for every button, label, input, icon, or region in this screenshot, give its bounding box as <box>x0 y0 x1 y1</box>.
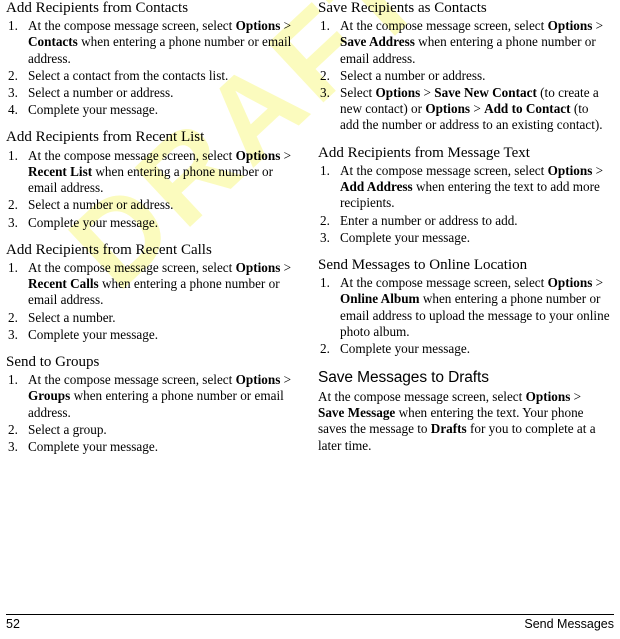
step-number: 2. <box>320 67 330 83</box>
step-item: 1. At the compose message screen, select … <box>6 260 298 309</box>
step-item: 1. At the compose message screen, select … <box>318 163 610 212</box>
step-list: 1. At the compose message screen, select … <box>6 260 298 343</box>
step-text: Select a group. <box>28 421 107 437</box>
step-item: 2. Enter a number or address to add. <box>318 213 610 229</box>
column-left: Add Recipients from Contacts 1. At the com… <box>6 0 298 456</box>
step-number: 1. <box>8 372 18 388</box>
step-text: Complete your message. <box>340 341 471 356</box>
step-number: 2. <box>8 309 18 325</box>
section-heading: Save Messages to Drafts <box>318 369 489 387</box>
page-columns: Add Recipients from Contacts 1. At the com… <box>0 0 620 600</box>
step-text: At the compose message screen, select Op… <box>28 18 292 66</box>
section: Send Messages to Online Location 1. At the… <box>318 257 610 357</box>
step-number: 1. <box>320 162 330 178</box>
step-item: 1. At the compose message screen, select … <box>6 18 298 67</box>
step-text: Select a contact from the contacts list. <box>28 67 229 83</box>
step-item: 1. At the compose message screen, select … <box>6 148 298 197</box>
page-footer: 52 Send Messages <box>6 614 614 631</box>
step-text: Select a number. <box>28 309 116 325</box>
step-number: 3. <box>320 85 330 101</box>
step-item: 3. Complete your message. <box>6 215 298 231</box>
section: Save Recipients as Contacts 1. At the comp… <box>318 0 610 134</box>
step-text: Complete your message. <box>28 439 159 455</box>
step-number: 2. <box>8 421 18 437</box>
step-text: Select a number or address. <box>340 67 486 83</box>
step-text: At the compose message screen, select Op… <box>28 259 292 308</box>
step-text: Select Options > Save New Contact (to cr… <box>340 85 603 133</box>
step-number: 3. <box>8 439 18 455</box>
section: Add Recipients from Contacts 1. At the com… <box>6 0 298 118</box>
step-item: 4. Complete your message. <box>6 102 298 118</box>
section: Add Recipients from Message Text 1. At the… <box>318 145 610 246</box>
step-number: 1. <box>320 18 330 34</box>
step-list: 1. At the compose message screen, select … <box>318 18 610 133</box>
step-list: 1. At the compose message screen, select … <box>318 163 610 246</box>
step-number: 3. <box>8 214 18 230</box>
step-number: 3. <box>8 326 18 342</box>
step-item: 3. Complete your message. <box>6 439 298 455</box>
section-heading: Add Recipients from Recent Calls <box>6 241 212 258</box>
footer-section-name: Send Messages <box>524 617 614 631</box>
step-number: 4. <box>8 102 18 118</box>
section: Add Recipients from Recent List 1. At the … <box>6 129 298 230</box>
step-text: At the compose message screen, select Op… <box>340 275 610 339</box>
section: Save Messages to Drafts At the compose me… <box>318 369 610 454</box>
step-number: 3. <box>8 85 18 101</box>
step-item: 1. At the compose message screen, select … <box>6 372 298 421</box>
step-text: Complete your message. <box>28 214 159 230</box>
manual-page: Add Recipients from Contacts 1. At the com… <box>0 0 620 639</box>
step-text: At the compose message screen, select Op… <box>28 147 292 196</box>
step-number: 2. <box>320 212 330 228</box>
section-heading: Add Recipients from Message Text <box>318 144 530 161</box>
section-heading: Add Recipients from Contacts <box>6 0 189 16</box>
step-number: 2. <box>320 341 330 356</box>
step-text: Select a number or address. <box>28 85 174 101</box>
step-item: 2. Select a contact from the contacts lis… <box>6 68 298 84</box>
step-text: Complete your message. <box>340 229 471 245</box>
step-item: 1. At the compose message screen, select … <box>318 18 610 67</box>
step-text: Enter a number or address to add. <box>340 212 518 228</box>
step-text: Complete your message. <box>28 326 159 342</box>
step-item: 1. At the compose message screen, select … <box>318 275 610 340</box>
step-number: 1. <box>8 18 18 34</box>
step-item: 2. Select a number or address. <box>318 68 610 84</box>
step-number: 1. <box>320 275 330 291</box>
step-text: At the compose message screen, select Op… <box>28 372 292 420</box>
step-text: At the compose message screen, select Op… <box>340 162 604 211</box>
step-list: 1. At the compose message screen, select … <box>318 275 610 357</box>
step-item: 2. Select a number. <box>6 310 298 326</box>
footer-row: 52 Send Messages <box>6 617 614 631</box>
step-number: 1. <box>8 147 18 163</box>
step-number: 2. <box>8 67 18 83</box>
step-number: 3. <box>320 229 330 245</box>
step-number: 2. <box>8 197 18 213</box>
step-item: 3. Select Options > Save New Contact (to … <box>318 85 610 134</box>
section: Send to Groups 1. At the compose message s… <box>6 354 298 455</box>
step-item: 3. Complete your message. <box>6 327 298 343</box>
step-list: 1. At the compose message screen, select … <box>6 372 298 455</box>
step-text: Complete your message. <box>28 102 159 118</box>
step-item: 3. Select a number or address. <box>6 85 298 101</box>
step-text: At the compose message screen, select Op… <box>340 18 604 66</box>
section-paragraph: At the compose message screen, select Op… <box>318 389 596 453</box>
section-heading: Add Recipients from Recent List <box>6 129 205 146</box>
section-heading: Send Messages to Online Location <box>318 256 528 273</box>
step-list: 1. At the compose message screen, select … <box>6 18 298 118</box>
step-list: 1. At the compose message screen, select … <box>6 148 298 231</box>
column-right: Save Recipients as Contacts 1. At the comp… <box>318 0 610 454</box>
step-item: 2. Complete your message. <box>318 341 610 357</box>
section-heading: Save Recipients as Contacts <box>318 0 487 16</box>
step-item: 2. Select a group. <box>6 422 298 438</box>
step-item: 2. Select a number or address. <box>6 197 298 213</box>
section: Add Recipients from Recent Calls 1. At the… <box>6 242 298 343</box>
footer-divider <box>6 614 614 615</box>
step-number: 1. <box>8 259 18 275</box>
step-text: Select a number or address. <box>28 197 174 213</box>
step-item: 3. Complete your message. <box>318 230 610 246</box>
section-heading: Send to Groups <box>6 354 100 370</box>
footer-page-number: 52 <box>6 617 20 631</box>
